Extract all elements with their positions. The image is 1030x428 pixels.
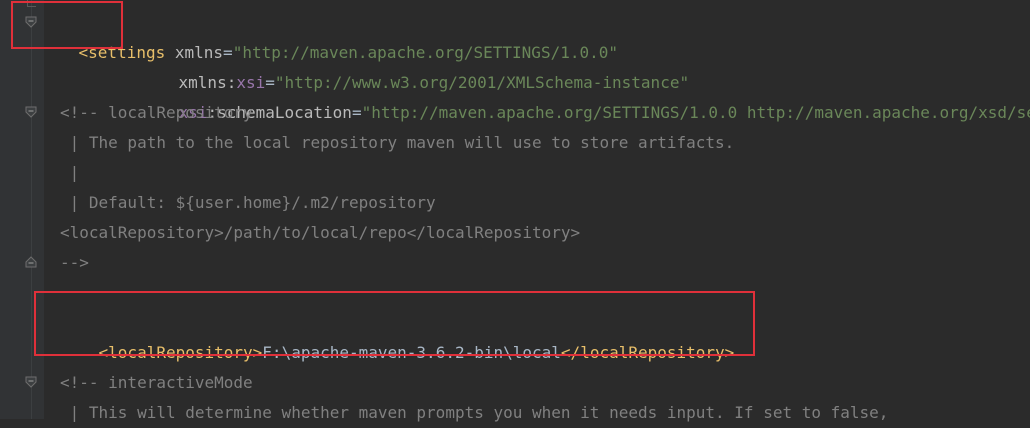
code-line-settings[interactable]: <settings xmlns="http://maven.apache.org… bbox=[40, 8, 618, 62]
fold-close-icon[interactable] bbox=[25, 256, 37, 268]
highlight-box-local-repository bbox=[34, 291, 755, 356]
editor-gutter bbox=[0, 0, 44, 419]
code-line-xmlns-xsi[interactable]: xmlns:xsi="http://www.w3.org/2001/XMLSch… bbox=[140, 38, 690, 92]
comment-local-repository-open[interactable]: <!-- localRepository bbox=[60, 98, 253, 128]
comment-line[interactable]: | bbox=[60, 158, 80, 188]
comment-close[interactable]: --> bbox=[60, 248, 89, 278]
fold-open-icon[interactable] bbox=[25, 376, 37, 388]
comment-line[interactable]: <localRepository>/path/to/local/repo</lo… bbox=[60, 218, 580, 248]
gutter-fold-line bbox=[31, 0, 32, 419]
schema-equals: = bbox=[351, 103, 362, 122]
comment-interactive-mode-open[interactable]: <!-- interactiveMode bbox=[60, 368, 253, 398]
comment-line[interactable]: | This will determine whether maven prom… bbox=[60, 398, 889, 428]
schema-value: "http://maven.apache.org/SETTINGS/1.0.0 … bbox=[361, 103, 1030, 122]
comment-line[interactable]: | The path to the local repository maven… bbox=[60, 128, 735, 158]
code-line-schema-location[interactable]: xsi:schemaLocation="http://maven.apache.… bbox=[140, 68, 1030, 122]
comment-line[interactable]: | Default: ${user.home}/.m2/repository bbox=[60, 188, 436, 218]
fold-open-icon[interactable] bbox=[25, 106, 37, 118]
highlight-box-settings bbox=[11, 1, 123, 49]
code-editor[interactable]: <settings xmlns="http://maven.apache.org… bbox=[44, 0, 1030, 422]
